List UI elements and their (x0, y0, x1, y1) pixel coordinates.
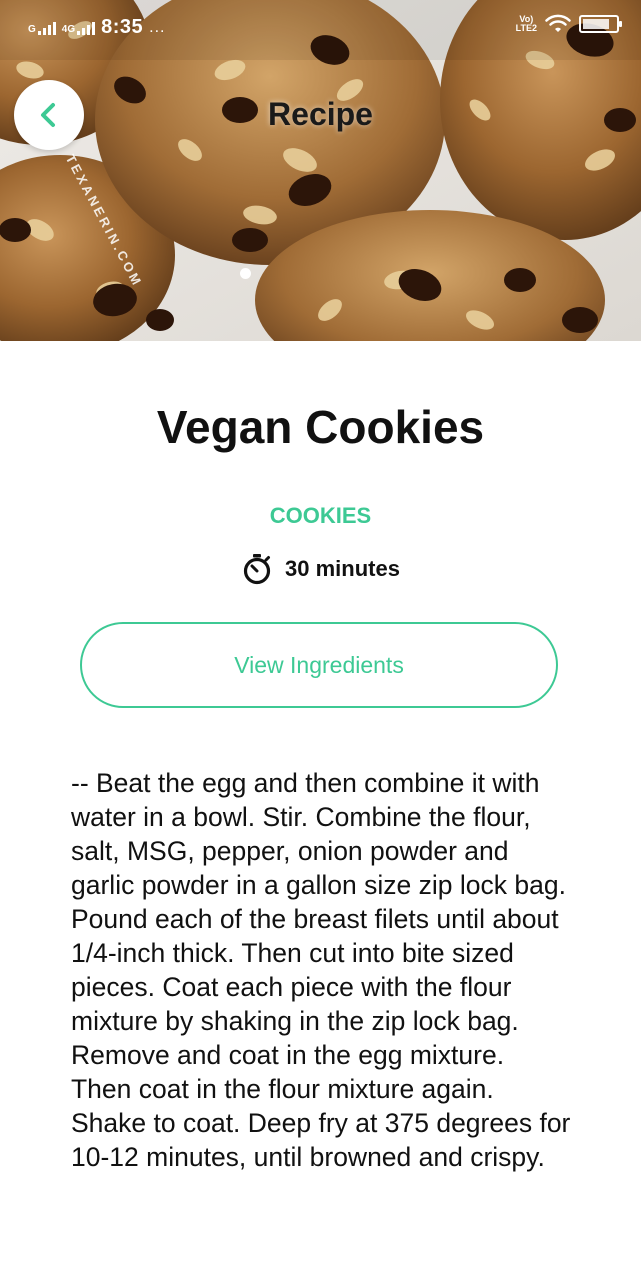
signal-bars-icon (77, 21, 96, 35)
signal-indicator-1: G (28, 21, 56, 35)
network-type-label: 4G (61, 23, 76, 35)
status-time: 8:35 (101, 16, 144, 38)
status-left: G 4G 8:35 ... (28, 16, 166, 39)
status-bar: G 4G 8:35 ... Vo) LTE2 (0, 0, 641, 58)
view-ingredients-label: View Ingredients (234, 651, 404, 678)
wifi-icon (545, 14, 571, 32)
status-right: Vo) LTE2 (516, 14, 622, 34)
view-ingredients-button[interactable]: View Ingredients (80, 622, 558, 708)
page-title: Recipe (268, 96, 373, 132)
network-label: G (28, 23, 36, 35)
volte-indicator: Vo) LTE2 (516, 15, 537, 33)
signal-indicator-2: 4G (61, 21, 96, 35)
notification-dots: ... (149, 18, 166, 36)
battery-level (583, 19, 609, 29)
duration-text: 30 minutes (285, 556, 400, 581)
recipe-category: COOKIES (269, 503, 372, 528)
carousel-indicator-dot (240, 268, 251, 279)
signal-bars-icon (37, 21, 56, 35)
battery-icon (579, 15, 622, 33)
recipe-duration: 30 minutes (0, 553, 641, 585)
volte-bottom-label: LTE2 (515, 23, 537, 33)
recipe-title: Vegan Cookies (156, 401, 485, 453)
recipe-instructions: -- Beat the egg and then combine it with… (71, 768, 571, 1172)
stopwatch-icon (243, 554, 271, 585)
